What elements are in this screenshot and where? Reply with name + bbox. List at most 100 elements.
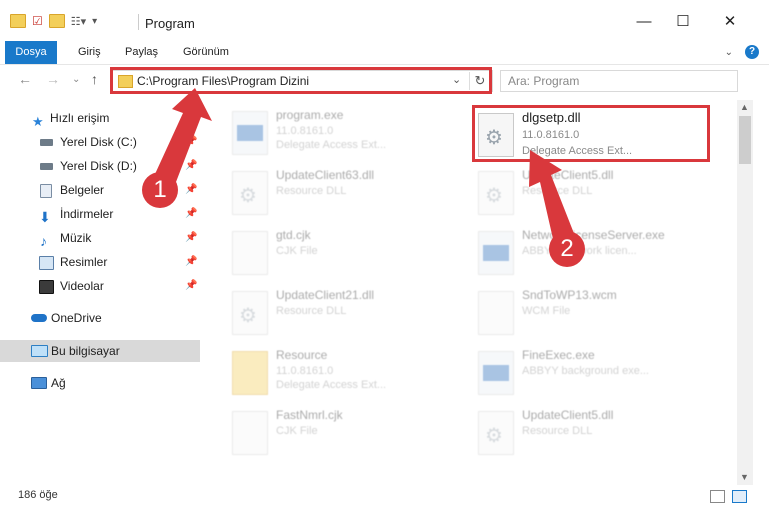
close-button[interactable]: ✕ xyxy=(720,12,740,32)
window-title: Program xyxy=(145,16,195,31)
list-item[interactable]: dlgsetp.dll 11.0.8161.0 Delegate Access … xyxy=(478,110,718,166)
navigation-pane: ★ Hızlı erişim Yerel Disk (C:) 📌 Yerel D… xyxy=(0,104,200,474)
up-arrow-icon[interactable]: ↑ xyxy=(91,71,98,87)
properties-icon[interactable]: ☑ xyxy=(32,14,43,28)
expand-ribbon-icon[interactable]: ⌄ xyxy=(725,47,733,58)
ribbon: Dosya Giriş Paylaş Görünüm ⌄ ? xyxy=(0,41,769,65)
list-item[interactable]: UpdateClient5.dll Resource DLL xyxy=(478,168,718,224)
file-name: SndToWP13.wcm xyxy=(522,288,617,302)
file-name: UpdateClient5.dll xyxy=(522,168,614,182)
recent-locations-icon[interactable]: ⌄ xyxy=(72,74,80,85)
list-item[interactable]: SndToWP13.wcm WCM File xyxy=(478,288,718,344)
file-detail: Delegate Access Ext... xyxy=(276,139,387,151)
list-item[interactable]: UpdateClient63.dll Resource DLL xyxy=(232,168,472,224)
quick-access-toolbar: ☑ ☷▾ ▾ xyxy=(10,14,97,28)
file-detail: Resource DLL xyxy=(276,305,347,317)
pin-icon[interactable]: 📌 xyxy=(185,155,197,177)
sidebar-item-disk-c[interactable]: Yerel Disk (C:) 📌 xyxy=(0,131,200,153)
video-icon xyxy=(39,280,54,294)
new-folder-icon[interactable] xyxy=(48,14,65,28)
pin-icon[interactable]: 📌 xyxy=(185,179,197,201)
list-item[interactable]: FineExec.exe ABBYY background exe... xyxy=(478,348,718,404)
cloud-icon xyxy=(31,314,47,322)
sidebar-item-this-pc[interactable]: Bu bilgisayar xyxy=(0,340,200,362)
file-detail: 11.0.8161.0 xyxy=(276,125,334,137)
file-name: NetworkLicenseServer.exe xyxy=(522,228,665,242)
scroll-up-icon[interactable]: ▲ xyxy=(740,102,749,112)
list-item[interactable]: program.exe 11.0.8161.0 Delegate Access … xyxy=(232,108,472,164)
vertical-scrollbar[interactable]: ▲ ▼ xyxy=(737,100,753,485)
pin-icon[interactable]: 📌 xyxy=(185,275,197,297)
file-detail: Resource DLL xyxy=(276,185,347,197)
sidebar-item-label: Belgeler xyxy=(60,183,105,197)
customize-toolbar-icon[interactable]: ▾ xyxy=(92,16,97,27)
list-item[interactable]: Resource 11.0.8161.0 Delegate Access Ext… xyxy=(232,348,472,404)
sidebar-item-downloads[interactable]: ⬇ İndirmeler 📌 xyxy=(0,203,200,225)
search-input[interactable]: Ara: Program xyxy=(508,74,579,88)
drive-icon xyxy=(40,139,53,146)
list-item[interactable]: FastNmrl.cjk CJK File xyxy=(232,408,472,464)
sidebar-item-label: Resimler xyxy=(60,255,108,269)
list-item[interactable]: gtd.cjk CJK File xyxy=(232,228,472,284)
sidebar-item-label: Bu bilgisayar xyxy=(51,344,120,358)
file-detail: WCM File xyxy=(522,305,571,317)
pin-icon[interactable]: 📌 xyxy=(185,227,197,249)
file-name: FastNmrl.cjk xyxy=(276,408,343,422)
file-detail: ABBYY background exe... xyxy=(522,365,649,377)
ribbon-controls: ⌄ ? xyxy=(725,45,759,59)
large-icons-view-icon[interactable] xyxy=(732,490,747,503)
file-detail: Resource DLL xyxy=(522,185,593,197)
file-detail: Delegate Access Ext... xyxy=(276,379,387,391)
file-name: dlgsetp.dll xyxy=(522,110,581,125)
tab-file[interactable]: Dosya xyxy=(5,41,57,64)
tab-share[interactable]: Paylaş xyxy=(125,41,158,64)
sidebar-item-label: Yerel Disk (C:) xyxy=(60,135,137,149)
sidebar-item-network[interactable]: Ağ xyxy=(0,372,200,394)
list-item[interactable]: UpdateClient5.dll Resource DLL xyxy=(478,408,718,464)
documents-icon xyxy=(40,184,52,198)
help-icon[interactable]: ? xyxy=(745,45,759,59)
sidebar-item-pictures[interactable]: Resimler 📌 xyxy=(0,251,200,273)
maximize-button[interactable]: ☐ xyxy=(673,12,693,32)
pin-icon[interactable]: 📌 xyxy=(185,131,197,153)
pin-icon[interactable]: 📌 xyxy=(185,251,197,273)
file-name: UpdateClient21.dll xyxy=(276,288,375,302)
minimize-button[interactable]: — xyxy=(634,12,654,32)
file-icon xyxy=(232,231,268,275)
details-view-icon[interactable] xyxy=(710,490,725,503)
file-detail: Resource DLL xyxy=(522,425,593,437)
file-detail: Delegate Access Ext... xyxy=(522,145,633,157)
target-file-highlight[interactable]: dlgsetp.dll 11.0.8161.0 Delegate Access … xyxy=(472,105,710,162)
search-box[interactable]: Ara: Program xyxy=(500,70,738,92)
folder-icon[interactable] xyxy=(10,14,26,28)
tab-home[interactable]: Giriş xyxy=(78,41,101,64)
view-icon[interactable]: ☷▾ xyxy=(71,15,86,28)
tab-view[interactable]: Görünüm xyxy=(183,41,229,64)
pin-icon[interactable]: 📌 xyxy=(185,203,197,225)
sidebar-item-label: Yerel Disk (D:) xyxy=(60,159,137,173)
file-name: program.exe xyxy=(276,108,344,122)
sidebar-item-onedrive[interactable]: OneDrive xyxy=(0,307,200,329)
file-name: FineExec.exe xyxy=(522,348,595,362)
drive-icon xyxy=(40,163,53,170)
file-detail: 11.0.8161.0 xyxy=(522,129,580,141)
sidebar-item-music[interactable]: ♪ Müzik 📌 xyxy=(0,227,200,249)
file-icon xyxy=(232,411,268,455)
computer-icon xyxy=(31,345,48,357)
scroll-thumb[interactable] xyxy=(739,116,751,164)
sidebar-item-label: Videolar xyxy=(60,279,104,293)
sidebar-item-disk-d[interactable]: Yerel Disk (D:) 📌 xyxy=(0,155,200,177)
sidebar-item-label: Hızlı erişim xyxy=(50,111,110,125)
forward-arrow-icon[interactable]: → xyxy=(46,71,60,87)
list-item[interactable]: UpdateClient21.dll Resource DLL xyxy=(232,288,472,344)
scroll-down-icon[interactable]: ▼ xyxy=(740,472,749,482)
back-arrow-icon[interactable]: ← xyxy=(18,71,32,87)
sidebar-item-quick-access[interactable]: ★ Hızlı erişim xyxy=(0,107,200,129)
divider xyxy=(138,14,139,30)
sidebar-item-label: OneDrive xyxy=(51,311,102,325)
exe-file-icon xyxy=(478,231,514,275)
file-name: UpdateClient5.dll xyxy=(522,408,614,422)
sidebar-item-videos[interactable]: Videolar 📌 xyxy=(0,275,200,297)
list-item[interactable]: NetworkLicenseServer.exe ABBYY Network l… xyxy=(478,228,718,284)
network-icon xyxy=(31,377,47,389)
